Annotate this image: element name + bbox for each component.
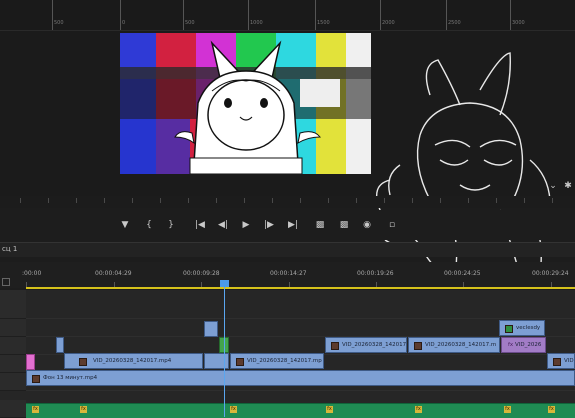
timeline-clip[interactable] [26, 354, 35, 370]
transport-controls: ▼ { } |◀ ◀| ▶ |▶ ▶| ▩ ▩ ◉ ▫ ✱ ⌄ [0, 181, 575, 240]
compare-view-icon[interactable]: ▫ [385, 219, 399, 231]
export-frame-icon[interactable]: ◉ [360, 219, 374, 231]
timeline-ruler[interactable]: :00:00 00:00:04:29 00:00:09:28 00:00:14:… [0, 262, 575, 288]
timecode-label: :00:00 [22, 270, 42, 277]
go-to-in-icon[interactable]: |◀ [193, 219, 207, 231]
timecode-label: 00:00:09:28 [183, 270, 220, 277]
timeline-clip[interactable] [204, 321, 218, 337]
timeline-clip-background[interactable]: Фон 13 минут.mp4 [26, 370, 575, 386]
timecode-label: 00:00:24:25 [444, 270, 481, 277]
character-drawing [174, 40, 322, 174]
audio-fx-badge[interactable]: fx [548, 406, 555, 413]
track-header-v3[interactable] [0, 337, 26, 355]
settings-wrench-icon[interactable]: ✱ [561, 180, 575, 192]
ruler-label: 1500 [317, 20, 330, 26]
video-preview [120, 33, 371, 174]
monitor-scrub-bar[interactable] [0, 196, 575, 208]
timeline-clip-vid[interactable]: VID_20260328_142017.m [408, 337, 500, 353]
audio-fx-badge[interactable]: fx [230, 406, 237, 413]
ruler-label: 0 [122, 20, 126, 26]
timeline-clip[interactable] [56, 337, 64, 353]
tab-sequence[interactable]: сц 1 [2, 245, 17, 253]
audio-fx-badge[interactable]: fx [504, 406, 511, 413]
audio-fx-badge[interactable]: fx [32, 406, 39, 413]
timeline-tracks: veclesdy VID_20260328_142017 VID_2026032… [0, 290, 575, 418]
timeline-clip-vid[interactable]: VID_20260328_142017 [325, 337, 407, 353]
mark-out-icon[interactable]: } [164, 219, 178, 231]
snap-toggle-icon[interactable] [2, 278, 10, 286]
mark-in-icon[interactable]: { [142, 219, 156, 231]
playhead-handle[interactable] [220, 280, 229, 287]
ruler-label: 2000 [382, 20, 395, 26]
audio-fx-badge[interactable]: fx [415, 406, 422, 413]
audio-clip-track[interactable]: fx fx fx fx fx fx fx [26, 403, 575, 418]
playhead[interactable] [224, 280, 225, 417]
extract-icon[interactable]: ▩ [337, 219, 351, 231]
ruler-label: 500 [54, 20, 64, 26]
timecode-label: 00:00:04:29 [95, 270, 132, 277]
timeline-clip[interactable] [204, 353, 229, 369]
timeline-clip-vid-fx[interactable]: fx VID_2026 [501, 337, 546, 353]
timecode-label: 00:00:14:27 [270, 270, 307, 277]
timeline-clip-veclesdy[interactable]: veclesdy [499, 320, 545, 336]
timeline-clip-vid[interactable]: VID_20260328_142017.mp [230, 353, 324, 369]
ruler-label: 2500 [448, 20, 461, 26]
ruler-label: 3000 [512, 20, 525, 26]
play-icon[interactable]: ▶ [239, 219, 253, 231]
go-to-out-icon[interactable]: ▶| [286, 219, 300, 231]
track-header-v1[interactable] [0, 373, 26, 391]
audio-fx-badge[interactable]: fx [326, 406, 333, 413]
monitor-ruler: 500 0 500 1000 1500 2000 2500 3000 [0, 0, 575, 31]
ruler-label: 1000 [250, 20, 263, 26]
work-area-bar[interactable] [26, 287, 575, 289]
timeline-clip-vid[interactable]: VID [547, 353, 575, 369]
track-header-v5[interactable] [0, 290, 26, 319]
timecode-label: 00:00:29:24 [532, 270, 569, 277]
track-header-v4[interactable] [0, 319, 26, 337]
step-forward-icon[interactable]: |▶ [262, 219, 276, 231]
step-back-icon[interactable]: ◀| [216, 219, 230, 231]
ruler-label: 500 [185, 20, 195, 26]
lift-icon[interactable]: ▩ [313, 219, 327, 231]
track-header-v2[interactable] [0, 355, 26, 373]
zoom-dropdown-chevron-icon[interactable]: ⌄ [546, 180, 560, 192]
timecode-label: 00:00:19:26 [357, 270, 394, 277]
sequence-tab-bar: сц 1 [0, 242, 575, 257]
track-header-a1[interactable] [0, 400, 26, 418]
timeline-clip-vid[interactable]: VID_20260328_142017.mp4 [64, 353, 203, 369]
audio-fx-badge[interactable]: fx [80, 406, 87, 413]
add-marker-icon[interactable]: ▼ [118, 219, 132, 231]
